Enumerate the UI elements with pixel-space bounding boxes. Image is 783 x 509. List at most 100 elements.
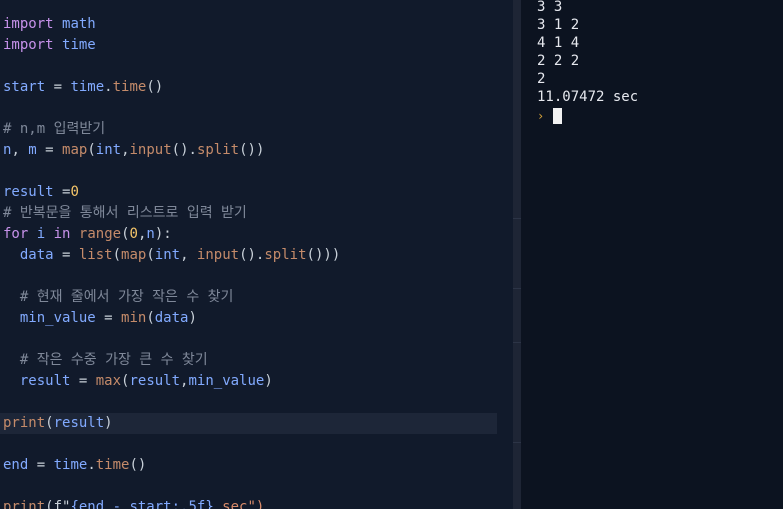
code-line[interactable]: result =0 [3,182,79,203]
code-token: import [3,16,54,32]
terminal-line: 2 [537,71,546,87]
terminal-panel[interactable]: 3 3 3 1 2 4 1 4 2 2 2 2 11.07472 sec › [521,0,783,509]
code-token: (f" [45,499,71,509]
code-token: ( [146,247,155,263]
code-token: ( [146,310,155,326]
code-token: end [3,457,29,473]
code-line[interactable]: start = time.time() [3,77,163,98]
code-token: ) [264,373,273,389]
code-token: , [121,142,130,158]
code-token: map [121,247,147,263]
code-token: max [95,373,122,389]
scrollbar-tick [513,218,521,219]
code-token: time [53,457,88,473]
code-token: # 반복문을 통해서 리스트로 입력 받기 [3,205,247,221]
code-editor[interactable]: import math import time start = time.time(… [0,0,513,509]
code-token: ()) [239,142,265,158]
code-line[interactable]: data = list(map(int, input().split())) [3,245,340,266]
code-line[interactable]: end = time.time() [3,455,146,476]
code-token: import [3,37,54,53]
code-line[interactable]: # 작은 수중 가장 큰 수 찾기 [3,350,208,371]
code-token: range [78,226,122,242]
code-token: , [11,142,29,158]
code-token: print [3,499,46,509]
code-token: min_value [19,310,96,326]
code-token: ) [104,415,113,431]
code-token: ) [188,310,197,326]
code-line[interactable]: import time [3,35,96,56]
code-line[interactable]: import math [3,14,96,35]
code-token: 0 [129,226,138,242]
code-token: sec") [213,499,265,509]
code-line[interactable]: min_value = min(data) [3,308,197,329]
code-token: int [95,142,122,158]
code-token: ())) [306,247,341,263]
code-token: # 작은 수중 가장 큰 수 찾기 [3,352,208,368]
code-line[interactable]: # n,m 입력받기 [3,119,105,140]
code-token: m [28,142,37,158]
code-token: time [112,79,147,95]
terminal-line: 3 3 [537,0,563,15]
code-token: {end - start:.5f} [70,499,214,509]
code-token: split [196,142,240,158]
code-token: input [196,247,240,263]
editor-scrollbar[interactable] [513,0,521,509]
code-token: in [53,226,71,242]
code-token: () [129,457,147,473]
code-token: min [121,310,147,326]
code-line[interactable]: # 현재 줄에서 가장 작은 수 찾기 [3,287,234,308]
code-line[interactable]: result = max(result,min_value) [3,371,273,392]
code-token: time [95,457,130,473]
code-token: # n,m 입력받기 [3,121,106,137]
terminal-cursor[interactable] [553,108,562,124]
code-token: = [28,457,54,473]
code-token: split [264,247,307,263]
code-token: for [3,226,29,242]
code-token: int [154,247,181,263]
terminal-line: 4 1 4 [537,35,580,51]
code-token: result [19,373,71,389]
code-token: , [180,247,197,263]
code-token: ( [87,142,96,158]
code-token: # 현재 줄에서 가장 작은 수 찾기 [3,289,234,305]
code-token: = [53,247,79,263]
code-line[interactable]: for i in range(0,n): [3,224,172,245]
terminal-line: 2 2 2 [537,53,580,69]
code-token: . [104,79,113,95]
scrollbar-tick [513,342,521,343]
code-token: print [3,415,46,431]
code-token: start [3,79,46,95]
code-token: = [95,310,122,326]
code-token: ( [45,415,54,431]
scrollbar-tick [513,442,521,443]
code-token: time [70,79,105,95]
code-token: n [146,226,155,242]
code-token: = [45,79,71,95]
code-token: ): [154,226,172,242]
code-line[interactable]: # 반복문을 통해서 리스트로 입력 받기 [3,203,247,224]
code-token: () [146,79,164,95]
code-token: result [53,415,105,431]
code-token: map [62,142,88,158]
terminal-line: 3 1 2 [537,17,580,33]
code-line[interactable]: print(result) [0,413,497,434]
code-token: data [19,247,54,263]
code-token: time [62,37,96,53]
prompt-icon: › [537,109,545,123]
scrollbar-tick [513,288,521,289]
code-line[interactable]: print(f"{end - start:.5f} sec") [3,497,264,509]
terminal-line: 11.07472 sec [537,89,639,105]
code-token: (). [239,247,265,263]
code-line[interactable]: n, m = map(int,input().split()) [3,140,264,161]
code-token: = [70,373,96,389]
code-token: = [36,142,63,158]
code-token: data [154,310,189,326]
code-token: result [129,373,181,389]
code-token: math [62,16,96,32]
